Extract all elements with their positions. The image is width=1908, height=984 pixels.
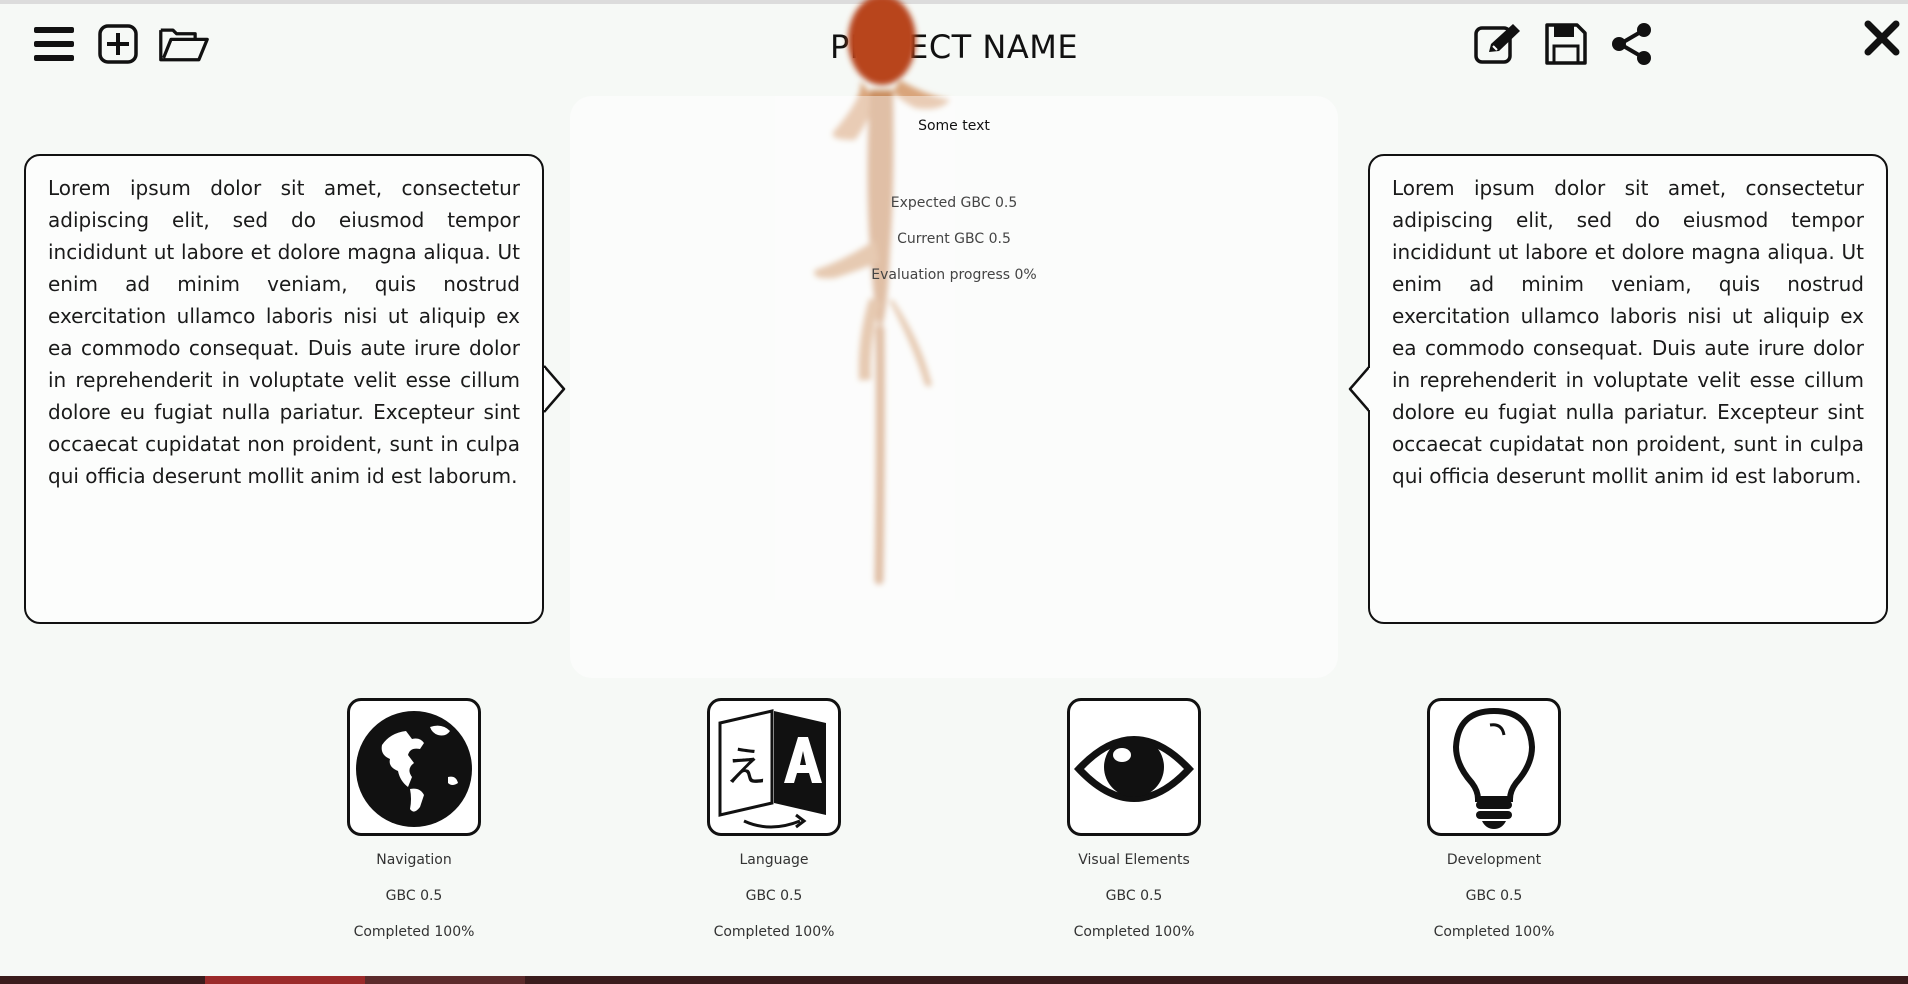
category-completed: Completed 100% (713, 924, 835, 940)
folder-open-icon[interactable] (158, 18, 210, 70)
category-language[interactable]: え Language GBC 0.5 Completed 100% (654, 698, 894, 950)
globe-icon[interactable] (347, 698, 481, 836)
left-panel-pointer (544, 365, 566, 413)
evaluation-progress: Evaluation progress 0% (871, 267, 1037, 283)
menu-icon[interactable] (28, 18, 80, 70)
category-gbc: GBC 0.5 (385, 888, 443, 904)
lightbulb-icon[interactable] (1427, 698, 1561, 836)
translate-icon[interactable]: え (707, 698, 841, 836)
gecko-image (775, 0, 955, 600)
category-completed: Completed 100% (1433, 924, 1555, 940)
category-gbc: GBC 0.5 (745, 888, 803, 904)
left-panel-text: Lorem ipsum dolor sit amet, consectetur … (48, 176, 520, 488)
category-gbc: GBC 0.5 (1465, 888, 1523, 904)
bottom-strip-segment (365, 976, 525, 984)
svg-text:え: え (725, 742, 767, 791)
category-completed: Completed 100% (1073, 924, 1195, 940)
category-visual-elements[interactable]: Visual Elements GBC 0.5 Completed 100% (1014, 698, 1254, 950)
edit-icon[interactable] (1472, 18, 1524, 70)
left-text-panel: Lorem ipsum dolor sit amet, consectetur … (24, 154, 544, 624)
current-gbc: Current GBC 0.5 (897, 231, 1011, 247)
right-panel-text: Lorem ipsum dolor sit amet, consectetur … (1392, 176, 1864, 488)
category-gbc: GBC 0.5 (1105, 888, 1163, 904)
category-development[interactable]: Development GBC 0.5 Completed 100% (1374, 698, 1614, 950)
category-navigation[interactable]: Navigation GBC 0.5 Completed 100% (294, 698, 534, 950)
right-text-panel: Lorem ipsum dolor sit amet, consectetur … (1368, 154, 1888, 624)
bottom-strip-segment (205, 976, 365, 984)
bottom-status-strip (0, 976, 1908, 984)
category-label: Language (739, 852, 809, 868)
category-completed: Completed 100% (353, 924, 475, 940)
expected-gbc: Expected GBC 0.5 (890, 195, 1018, 211)
right-panel-pointer (1348, 365, 1370, 413)
category-label: Development (1446, 852, 1542, 868)
eye-icon[interactable] (1067, 698, 1201, 836)
category-label: Navigation (376, 852, 452, 868)
share-icon[interactable] (1606, 18, 1658, 70)
save-icon[interactable] (1540, 18, 1592, 70)
center-title: Some text (918, 118, 990, 134)
add-square-icon[interactable] (92, 18, 144, 70)
category-label: Visual Elements (1078, 852, 1190, 868)
close-icon[interactable] (1860, 16, 1904, 60)
